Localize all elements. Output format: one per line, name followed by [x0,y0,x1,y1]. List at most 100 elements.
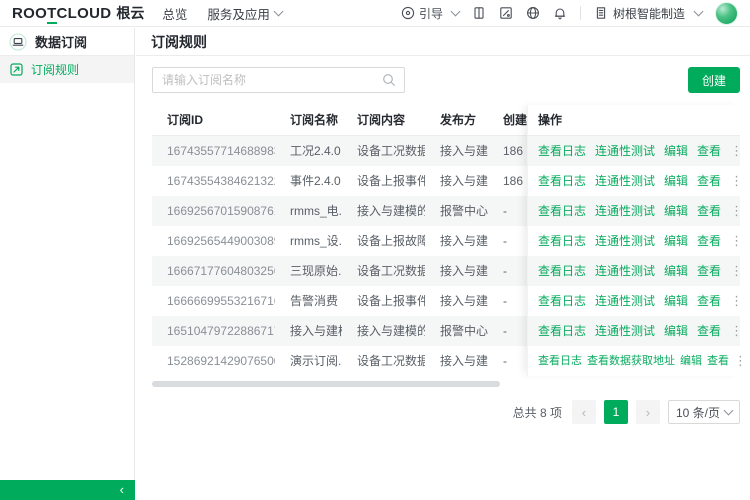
horizontal-scrollbar [152,381,740,387]
cell-publisher: 接入与建模 [425,136,488,166]
cell-content: 接入与建模的... [342,316,425,346]
search-input[interactable] [152,67,405,93]
cell-id: 1669256544900308994 [152,226,275,256]
bell-icon[interactable] [553,6,567,20]
search-box [152,67,405,93]
cell-name: 告警消费 [275,286,342,316]
scrollbar-thumb[interactable] [152,381,500,387]
table-row: 1651047972288671745接入与建模接入与建模的...报警中心- [152,316,528,346]
action-link[interactable]: 连通性测试 [595,316,655,346]
action-link[interactable]: 连通性测试 [595,196,655,226]
cell-id: 1669256701590876161 [152,196,275,226]
action-link[interactable]: 编辑 [664,166,688,196]
action-link[interactable]: 连通性测试 [595,136,655,166]
action-link[interactable]: 查看 [697,256,721,286]
more-actions-icon[interactable]: ⋮ [730,316,743,346]
col-header-id: 订阅ID [152,105,275,135]
toolbar: 创建 [152,67,740,93]
more-actions-icon[interactable]: ⋮ [730,286,743,316]
divider [580,6,581,20]
action-link[interactable]: 查看 [697,136,721,166]
chevron-down-icon [694,7,704,17]
create-button[interactable]: 创建 [688,67,740,93]
cell-created: 186 [488,136,528,166]
action-link[interactable]: 查看日志 [538,286,586,316]
cell-name: 接入与建模 [275,316,342,346]
action-link[interactable]: 查看日志 [538,196,586,226]
action-link[interactable]: 连通性测试 [595,166,655,196]
action-link[interactable]: 编辑 [664,286,688,316]
pagination-prev-button[interactable]: ‹ [572,400,596,424]
action-link[interactable]: 查看日志 [538,136,586,166]
cell-name: 三现原始... [275,256,342,286]
table-fixed-body: 查看日志连通性测试编辑查看⋮查看日志连通性测试编辑查看⋮查看日志连通性测试编辑查… [528,136,740,376]
action-link[interactable]: 编辑 [664,256,688,286]
action-link[interactable]: 编辑 [664,136,688,166]
user-avatar[interactable] [715,2,738,25]
action-link[interactable]: 查看日志 [538,316,586,346]
more-actions-icon[interactable]: ⋮ [734,346,747,376]
table-row: 1674355771468898305工况2.4.0设备工况数据接入与建模186 [152,136,528,166]
navbar-right: 引导 树根智能制造 [401,2,738,25]
action-link[interactable]: 查看 [697,226,721,256]
workbench-icon[interactable] [472,6,486,20]
cell-name: rmms_设... [275,226,342,256]
cell-content: 设备上报故障 [342,226,425,256]
action-link[interactable]: 查看日志 [538,346,582,376]
cell-publisher: 接入与建模 [425,256,488,286]
sidebar-collapse-button[interactable]: ‹ [0,480,135,500]
col-header-created: 创建时间 [488,105,528,135]
action-link[interactable]: 查看日志 [538,226,586,256]
table-row-actions: 查看日志连通性测试编辑查看 ⋮ [528,316,740,346]
pagination-page-1[interactable]: 1 [604,400,628,424]
more-actions-icon[interactable]: ⋮ [730,256,743,286]
cell-publisher: 接入与建模 [425,346,488,376]
guide-menu[interactable]: 引导 [401,5,459,22]
table-row: 1669256544900308994rmms_设...设备上报故障接入与建模- [152,226,528,256]
action-link[interactable]: 查看 [697,196,721,226]
nav-services-menu[interactable]: 服务及应用 [207,4,282,23]
action-link[interactable]: 编辑 [680,346,702,376]
pagination-next-button[interactable]: › [636,400,660,424]
cell-created: - [488,196,528,226]
table-row: 1666669955321671683告警消费设备上报事件接入与建模- [152,286,528,316]
action-link[interactable]: 查看 [707,346,729,376]
sidebar-item-subscription-rules[interactable]: 订阅规则 [0,56,134,83]
cell-publisher: 报警中心 [425,196,488,226]
col-header-content: 订阅内容 [342,105,425,135]
action-link[interactable]: 编辑 [664,226,688,256]
page-size-select[interactable]: 10 条/页 [668,400,740,424]
table-scroll-body: 1674355771468898305工况2.4.0设备工况数据接入与建模186… [152,136,528,376]
action-link[interactable]: 查看日志 [538,256,586,286]
action-link[interactable]: 查看数据获取地址 [587,346,675,376]
cell-name: 工况2.4.0 [275,136,342,166]
cell-name: rmms_电... [275,196,342,226]
action-link[interactable]: 连通性测试 [595,286,655,316]
table-header-row-actions: 操作 [528,105,740,136]
nav-overview[interactable]: 总览 [162,4,187,23]
chevron-down-icon [451,7,461,17]
action-link[interactable]: 编辑 [664,196,688,226]
more-actions-icon[interactable]: ⋮ [730,196,743,226]
action-link[interactable]: 连通性测试 [595,256,655,286]
more-actions-icon[interactable]: ⋮ [730,226,743,256]
action-link[interactable]: 查看 [697,316,721,346]
cell-content: 设备上报事件 [342,286,425,316]
cell-created: - [488,226,528,256]
action-link[interactable]: 查看 [697,166,721,196]
action-link[interactable]: 连通性测试 [595,226,655,256]
cell-content: 设备工况数据 [342,256,425,286]
table-row-actions: 查看日志查看数据获取地址编辑查看⋮ [528,346,740,376]
logo: ROOTCLOUD 根云 [12,3,144,23]
more-actions-icon[interactable]: ⋮ [730,136,743,166]
search-icon[interactable] [382,73,396,87]
tenant-switcher[interactable]: 树根智能制造 [594,5,702,22]
cell-name: 演示订阅... [275,346,342,376]
table-row-actions: 查看日志连通性测试编辑查看 ⋮ [528,166,740,196]
globe-icon[interactable] [526,6,540,20]
more-actions-icon[interactable]: ⋮ [730,166,743,196]
action-link[interactable]: 编辑 [664,316,688,346]
action-link[interactable]: 查看 [697,286,721,316]
action-link[interactable]: 查看日志 [538,166,586,196]
console-icon[interactable] [499,6,513,20]
